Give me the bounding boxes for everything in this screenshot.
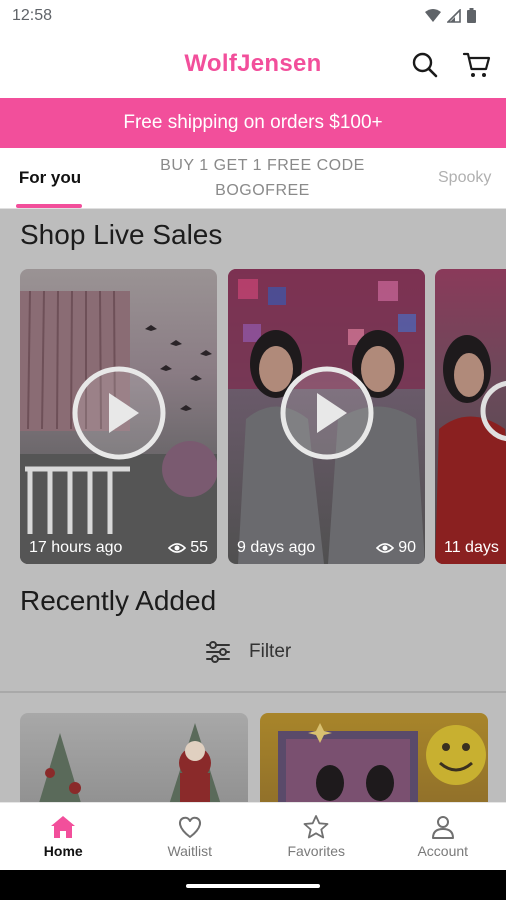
card-views: 90 — [376, 539, 416, 557]
wifi-icon — [425, 8, 441, 22]
promo-banner-text: Free shipping on orders $100+ — [123, 112, 383, 133]
nav-label: Waitlist — [167, 843, 213, 859]
live-sale-card[interactable]: 11 days — [435, 269, 506, 564]
section-divider — [0, 691, 506, 693]
card-time: 17 hours ago — [29, 539, 123, 556]
nav-label: Favorites — [287, 843, 346, 859]
filter-button[interactable]: Filter — [205, 641, 291, 663]
home-gesture-handle[interactable] — [186, 884, 320, 888]
product-card[interactable] — [260, 713, 488, 802]
nav-favorites[interactable]: Favorites — [253, 803, 380, 871]
tab-label: For you — [18, 168, 82, 187]
cart-icon — [462, 52, 491, 77]
card-time: 9 days ago — [237, 539, 316, 556]
cart-button[interactable] — [460, 48, 494, 82]
play-icon — [280, 366, 373, 459]
bottom-navigation: Home Waitlist Favorites Account — [0, 802, 506, 871]
tab-label: Spooky — [438, 169, 492, 186]
live-sale-card[interactable]: 17 hours ago 55 — [20, 269, 217, 564]
tab-for-you[interactable]: For you — [0, 148, 100, 208]
product-card[interactable] — [20, 713, 248, 802]
battery-icon — [467, 8, 476, 23]
nav-account[interactable]: Account — [380, 803, 506, 871]
search-button[interactable] — [408, 48, 442, 82]
card-thumbnail — [435, 335, 506, 564]
nav-label: Home — [43, 843, 83, 859]
promo-banner[interactable]: Free shipping on orders $100+ — [0, 98, 506, 148]
nav-waitlist[interactable]: Waitlist — [127, 803, 254, 871]
section-title-live-sales: Shop Live Sales — [20, 219, 223, 250]
signal-icon — [447, 8, 461, 23]
home-icon — [51, 816, 76, 838]
tab-label: BUY 1 GET 1 FREE CODE BOGOFREE — [160, 157, 365, 199]
status-bar: 12:58 — [0, 0, 506, 32]
product-thumbnail — [278, 723, 486, 802]
eye-icon — [376, 543, 395, 553]
status-icons — [425, 8, 476, 23]
card-views-count: 55 — [190, 539, 208, 556]
status-time: 12:58 — [12, 7, 53, 24]
live-sale-card[interactable]: 9 days ago 90 — [228, 269, 425, 564]
nav-label: Account — [417, 843, 469, 859]
main-content: Shop Live Sales 17 hours ago 55 9 days a… — [0, 209, 506, 802]
person-icon — [431, 816, 454, 839]
category-tabs: For you BUY 1 GET 1 FREE CODE BOGOFREE S… — [0, 148, 506, 209]
card-views: 55 — [168, 539, 208, 557]
product-thumbnail — [39, 723, 221, 802]
nav-home[interactable]: Home — [0, 803, 127, 871]
filter-label: Filter — [249, 641, 292, 662]
tab-spooky[interactable]: Spooky — [438, 148, 506, 208]
tab-active-indicator — [16, 204, 82, 208]
card-views-count: 90 — [398, 539, 416, 556]
star-icon — [303, 815, 329, 839]
heart-icon — [178, 816, 201, 838]
card-time: 11 days — [444, 539, 499, 556]
search-icon — [412, 52, 438, 78]
play-icon — [72, 366, 165, 459]
tab-bogo[interactable]: BUY 1 GET 1 FREE CODE BOGOFREE — [145, 148, 380, 208]
system-navigation-bar — [0, 870, 506, 900]
filter-icon — [206, 641, 230, 663]
eye-icon — [168, 543, 187, 553]
app-bar: WolfJensen — [0, 32, 506, 98]
section-title-recently-added: Recently Added — [20, 585, 217, 616]
